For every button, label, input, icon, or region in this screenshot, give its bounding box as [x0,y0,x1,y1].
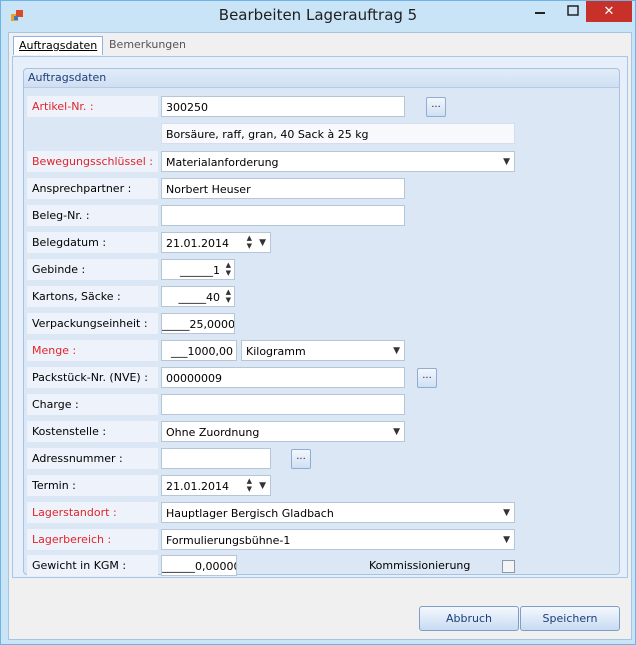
close-icon: ✕ [603,4,615,19]
maximize-button[interactable] [560,1,586,22]
chevron-down-icon: ▼ [393,427,400,437]
lagerstandort-select[interactable]: Hauptlager Bergisch Gladbach ▼ [161,502,515,523]
minimize-icon [535,12,545,14]
adressnummer-label: Adressnummer : [27,448,158,469]
kommissionierung-label: Kommissionierung [369,559,471,572]
gewicht-input[interactable]: ______0,00000 [161,555,237,576]
termin-label: Termin : [27,475,158,496]
gewicht-label: Gewicht in KGM : [27,555,158,576]
spin-arrows-icon[interactable]: ▲ ▼ [226,261,231,277]
tab-bemerkungen[interactable]: Bemerkungen [104,36,191,54]
kartons-value: _____40 [178,291,221,304]
chevron-down-icon: ▼ [503,508,510,518]
termin-input[interactable]: 21.01.2014 ▲ ▼ ▼ [161,475,271,496]
packstueck-browse-button[interactable]: ... [417,368,437,388]
menge-unit-select[interactable]: Kilogramm ▼ [241,340,405,361]
belegdatum-value: 21.01.2014 [166,237,229,250]
chevron-down-icon: ▼ [393,346,400,356]
kartons-label: Kartons, Säcke : [27,286,158,307]
bewegungsschluessel-select[interactable]: Materialanforderung ▼ [161,151,515,172]
tab-auftragsdaten[interactable]: Auftragsdaten [13,36,104,55]
termin-value: 21.01.2014 [166,480,229,493]
charge-label: Charge : [27,394,158,415]
bewegungsschluessel-value: Materialanforderung [166,156,279,169]
spin-arrows-icon[interactable]: ▲ ▼ [226,288,231,304]
artikel-description: Borsäure, raff, gran, 40 Sack à 25 kg [161,123,515,144]
ansprechpartner-input[interactable]: Norbert Heuser [161,178,405,199]
ansprechpartner-label: Ansprechpartner : [27,178,158,199]
menge-label: Menge : [27,340,158,361]
title-bar[interactable]: Bearbeiten Lagerauftrag 5 ✕ [1,1,635,31]
minimize-button[interactable] [520,1,560,22]
lagerstandort-value: Hauptlager Bergisch Gladbach [166,507,334,520]
gebinde-input[interactable]: ______1 ▲ ▼ [161,259,235,280]
maximize-icon [567,5,579,16]
bewegungsschluessel-label: Bewegungsschlüssel : [27,151,158,172]
beleg-nr-label: Beleg-Nr. : [27,205,158,226]
artikel-nr-browse-button[interactable]: ... [426,97,446,117]
belegdatum-input[interactable]: 21.01.2014 ▲ ▼ ▼ [161,232,271,253]
chevron-down-icon[interactable]: ▼ [259,233,266,252]
chevron-down-icon: ▼ [503,157,510,167]
kommissionierung-checkbox[interactable] [502,560,515,573]
artikel-nr-label: Artikel-Nr. : [27,96,158,117]
beleg-nr-input[interactable] [161,205,405,226]
tab-bar: Auftragsdaten Bemerkungen [9,33,631,57]
tab-page: Auftragsdaten Artikel-Nr. : 300250 ... B… [12,56,628,578]
artikel-nr-input[interactable]: 300250 [161,96,405,117]
lagerbereich-select[interactable]: Formulierungsbühne-1 ▼ [161,529,515,550]
adressnummer-browse-button[interactable]: ... [291,449,311,469]
verpackungseinheit-label: Verpackungseinheit : [27,313,158,334]
kostenstelle-value: Ohne Zuordnung [166,426,260,439]
group-header: Auftragsdaten [24,69,619,88]
save-button[interactable]: Speichern [520,606,620,631]
lagerbereich-value: Formulierungsbühne-1 [166,534,291,547]
group-title: Auftragsdaten [28,71,107,84]
spin-arrows-icon[interactable]: ▲ ▼ [247,234,252,250]
close-button[interactable]: ✕ [586,1,632,22]
dialog-window: Bearbeiten Lagerauftrag 5 ✕ Auftragsdate… [0,0,636,645]
packstueck-label: Packstück-Nr. (NVE) : [27,367,158,388]
chevron-down-icon[interactable]: ▼ [259,476,266,495]
auftragsdaten-group: Auftragsdaten Artikel-Nr. : 300250 ... B… [23,68,620,576]
gebinde-value: ______1 [180,264,220,277]
packstueck-input[interactable]: 00000009 [161,367,405,388]
adressnummer-input[interactable] [161,448,271,469]
menge-unit-value: Kilogramm [246,345,306,358]
gebinde-label: Gebinde : [27,259,158,280]
chevron-down-icon: ▼ [503,535,510,545]
menge-input[interactable]: ___1000,00 [161,340,237,361]
verpackungseinheit-input[interactable]: _____25,0000 [161,313,235,334]
charge-input[interactable] [161,394,405,415]
kostenstelle-select[interactable]: Ohne Zuordnung ▼ [161,421,405,442]
spin-arrows-icon[interactable]: ▲ ▼ [247,477,252,493]
lagerbereich-label: Lagerbereich : [27,529,158,550]
cancel-button[interactable]: Abbruch [419,606,519,631]
kostenstelle-label: Kostenstelle : [27,421,158,442]
belegdatum-label: Belegdatum : [27,232,158,253]
dialog-content: Auftragsdaten Bemerkungen Auftragsdaten … [8,32,632,640]
kartons-input[interactable]: _____40 ▲ ▼ [161,286,235,307]
lagerstandort-label: Lagerstandort : [27,502,158,523]
